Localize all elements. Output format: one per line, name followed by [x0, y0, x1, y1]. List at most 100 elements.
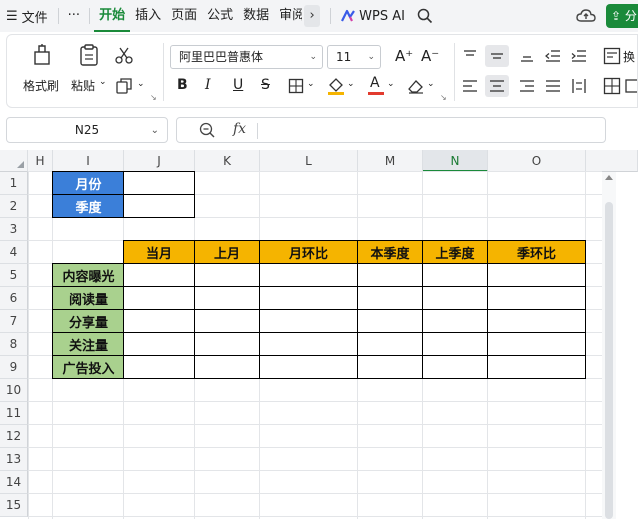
paste-icon[interactable] — [77, 43, 101, 67]
align-middle-button[interactable] — [485, 45, 509, 67]
table-data-cell[interactable] — [124, 264, 194, 286]
justify-icon[interactable] — [545, 79, 561, 93]
format-painter-label[interactable]: 格式刷 — [23, 77, 59, 94]
zoom-out-icon[interactable] — [199, 122, 215, 138]
table-data-cell[interactable] — [195, 310, 259, 332]
copy-icon[interactable] — [115, 77, 133, 95]
table-data-cell[interactable] — [195, 264, 259, 286]
table-data-cell[interactable] — [358, 310, 422, 332]
tab-data[interactable]: 数据 — [238, 0, 274, 32]
table-data-cell[interactable] — [358, 264, 422, 286]
clipboard-launcher-icon[interactable]: ↘ — [150, 93, 157, 102]
input-cell-quarter[interactable] — [124, 195, 195, 217]
table-data-cell[interactable] — [488, 287, 585, 309]
tab-page[interactable]: 页面 — [166, 0, 202, 32]
paste-dropdown-icon[interactable]: ⌄ — [99, 77, 107, 87]
row-header-14[interactable]: 14 — [0, 471, 28, 494]
table-header-cell[interactable]: 季环比 — [488, 241, 585, 263]
decrease-font-size-button[interactable]: A⁻ — [421, 47, 439, 65]
spreadsheet-grid[interactable]: HIJKLMNO 1 2 3 4 5 6 7 8 9 10 11 12 13 14 15 月份 季度 当月 上月月… — [0, 150, 638, 519]
table-header-cell[interactable]: 上季度 — [423, 241, 487, 263]
italic-button[interactable]: I — [205, 77, 211, 93]
label-cell-quarter[interactable]: 季度 — [53, 195, 124, 217]
row-header-3[interactable]: 3 — [0, 218, 28, 241]
table-row-label[interactable]: 内容曝光 — [53, 264, 124, 286]
column-header-k[interactable]: K — [195, 150, 260, 172]
fill-color-dropdown-icon[interactable]: ⌄ — [347, 79, 355, 89]
align-right-icon[interactable] — [519, 79, 535, 93]
formula-bar[interactable]: fx — [176, 117, 606, 143]
merge-cells-icon[interactable] — [603, 77, 621, 95]
more-align-icon[interactable] — [625, 79, 637, 93]
paste-label[interactable]: 粘贴 — [71, 77, 95, 94]
table-data-cell[interactable] — [488, 356, 585, 378]
share-button[interactable]: ⇪ 分 — [606, 4, 638, 28]
table-header-cell[interactable]: 本季度 — [358, 241, 422, 263]
input-cell-month[interactable] — [124, 172, 195, 194]
row-header-1[interactable]: 1 — [0, 172, 28, 195]
table-data-cell[interactable] — [124, 310, 194, 332]
copy-dropdown-icon[interactable]: ⌄ — [137, 79, 145, 89]
font-launcher-icon[interactable]: ↘ — [440, 93, 447, 102]
table-header-cell[interactable]: 上月 — [195, 241, 259, 263]
distributed-align-icon[interactable] — [571, 78, 587, 94]
table-data-cell[interactable] — [260, 356, 357, 378]
file-menu[interactable]: ☰ 文件 — [0, 7, 54, 26]
table-data-cell[interactable] — [358, 333, 422, 355]
row-header-7[interactable]: 7 — [0, 310, 28, 333]
table-row-label[interactable]: 分享量 — [53, 310, 124, 332]
borders-dropdown-icon[interactable]: ⌄ — [307, 79, 315, 89]
table-data-cell[interactable] — [358, 356, 422, 378]
row-header-12[interactable]: 12 — [0, 425, 28, 448]
increase-indent-icon[interactable] — [571, 49, 587, 63]
table-data-cell[interactable] — [423, 356, 487, 378]
decrease-indent-icon[interactable] — [545, 49, 561, 63]
column-header-o[interactable]: O — [488, 150, 586, 172]
align-top-icon[interactable] — [462, 49, 478, 63]
table-data-cell[interactable] — [195, 287, 259, 309]
row-header-9[interactable]: 9 — [0, 356, 28, 379]
table-row-label[interactable]: 广告投入 — [53, 356, 124, 378]
row-header-5[interactable]: 5 — [0, 264, 28, 287]
tabs-scroll-right-button[interactable]: › — [304, 5, 321, 27]
table-header-cell[interactable]: 月环比 — [260, 241, 357, 263]
column-header-l[interactable]: L — [260, 150, 358, 172]
borders-icon[interactable] — [288, 78, 304, 94]
table-data-cell[interactable] — [260, 333, 357, 355]
table-data-cell[interactable] — [423, 264, 487, 286]
eraser-dropdown-icon[interactable]: ⌄ — [427, 79, 435, 89]
scroll-up-arrow-icon[interactable] — [605, 175, 613, 180]
table-data-cell[interactable] — [488, 333, 585, 355]
font-name-select[interactable]: 阿里巴巴普惠体 ⌄ — [170, 45, 323, 69]
column-header-h[interactable]: H — [28, 150, 53, 172]
strikethrough-button[interactable]: S — [261, 77, 270, 93]
search-icon[interactable] — [417, 8, 433, 24]
table-data-cell[interactable] — [260, 287, 357, 309]
bold-button[interactable]: B — [177, 77, 188, 93]
column-header-i[interactable]: I — [53, 150, 124, 172]
more-menu[interactable]: ··· — [63, 0, 85, 32]
table-data-cell[interactable] — [423, 333, 487, 355]
row-header-15[interactable]: 15 — [0, 494, 28, 517]
table-data-cell[interactable] — [488, 264, 585, 286]
table-row-label[interactable]: 关注量 — [53, 333, 124, 355]
table-data-cell[interactable] — [423, 310, 487, 332]
row-header-13[interactable]: 13 — [0, 448, 28, 471]
table-data-cell[interactable] — [488, 310, 585, 332]
row-header-10[interactable]: 10 — [0, 379, 28, 402]
column-header-n[interactable]: N — [423, 150, 488, 172]
name-box[interactable]: N25 ⌄ — [6, 117, 168, 143]
table-data-cell[interactable] — [423, 287, 487, 309]
column-header-m[interactable]: M — [358, 150, 423, 172]
font-color-button[interactable]: A — [367, 75, 385, 97]
wrap-text-icon[interactable] — [603, 47, 621, 65]
row-header-11[interactable]: 11 — [0, 402, 28, 425]
table-data-cell[interactable] — [358, 287, 422, 309]
table-data-cell[interactable] — [124, 333, 194, 355]
row-header-4[interactable]: 4 — [0, 241, 28, 264]
tab-formula[interactable]: 公式 — [202, 0, 238, 32]
align-left-icon[interactable] — [462, 79, 478, 93]
increase-font-size-button[interactable]: A⁺ — [395, 47, 413, 65]
align-bottom-icon[interactable] — [519, 49, 535, 63]
cut-icon[interactable] — [115, 47, 133, 65]
